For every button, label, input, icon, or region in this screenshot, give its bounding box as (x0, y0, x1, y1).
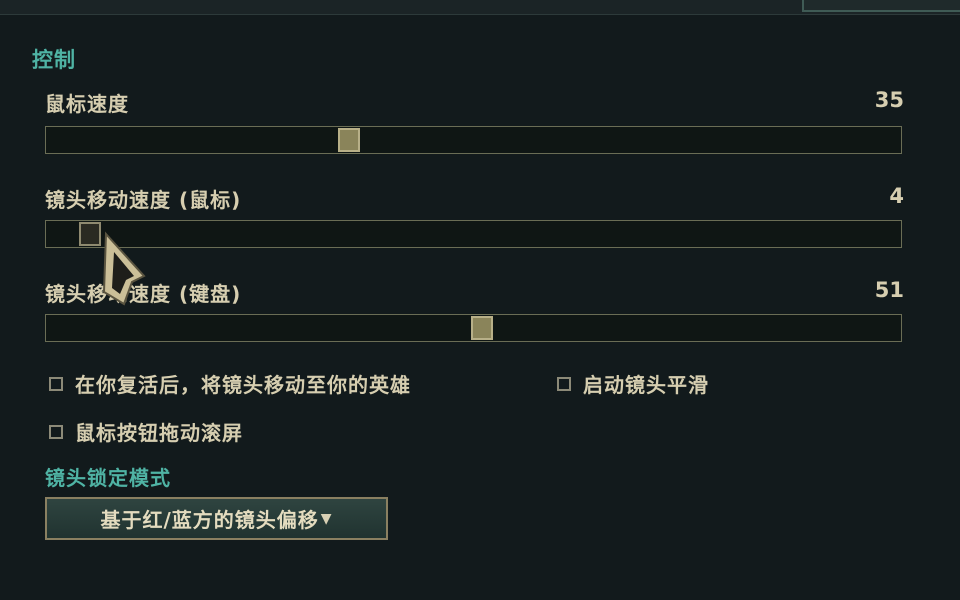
mouse-speed-slider[interactable] (45, 126, 902, 154)
cursor-icon (102, 231, 146, 306)
camera-speed-mouse-value: 4 (889, 184, 904, 208)
chevron-down-icon: ▼ (320, 510, 333, 527)
top-tab-button[interactable] (802, 0, 960, 12)
camera-lock-mode-selected: 基于红/蓝方的镜头偏移 (100, 508, 319, 532)
camera-speed-mouse-label: 镜头移动速度 (鼠标) (45, 188, 242, 212)
camera-speed-keyboard-slider-thumb[interactable] (471, 316, 493, 340)
camera-lock-mode-dropdown[interactable]: 基于红/蓝方的镜头偏移 ▼ (45, 497, 388, 540)
section-title-controls: 控制 (32, 48, 76, 72)
focus-on-respawn-checkbox[interactable] (49, 376, 63, 391)
camera-smoothing-label: 启动镜头平滑 (583, 373, 709, 397)
focus-on-respawn-label: 在你复活后，将镜头移动至你的英雄 (75, 373, 411, 397)
camera-speed-mouse-slider-thumb[interactable] (79, 222, 101, 246)
checkbox-row-focus-on-respawn[interactable]: 在你复活后，将镜头移动至你的英雄 (49, 369, 411, 398)
mouse-drag-scroll-label: 鼠标按钮拖动滚屏 (75, 421, 243, 445)
mouse-drag-scroll-checkbox[interactable] (49, 424, 63, 439)
camera-speed-keyboard-value: 51 (874, 278, 904, 302)
top-bar (0, 0, 960, 15)
camera-lock-mode-title: 镜头锁定模式 (45, 466, 171, 490)
camera-speed-mouse-slider[interactable] (45, 220, 902, 248)
camera-smoothing-checkbox[interactable] (557, 376, 571, 391)
checkbox-row-camera-smoothing[interactable]: 启动镜头平滑 (557, 369, 709, 398)
checkbox-row-mouse-drag-scroll[interactable]: 鼠标按钮拖动滚屏 (49, 417, 243, 446)
mouse-speed-value: 35 (874, 88, 904, 112)
mouse-speed-slider-thumb[interactable] (338, 128, 360, 152)
mouse-speed-label: 鼠标速度 (45, 92, 129, 116)
camera-speed-keyboard-slider[interactable] (45, 314, 902, 342)
